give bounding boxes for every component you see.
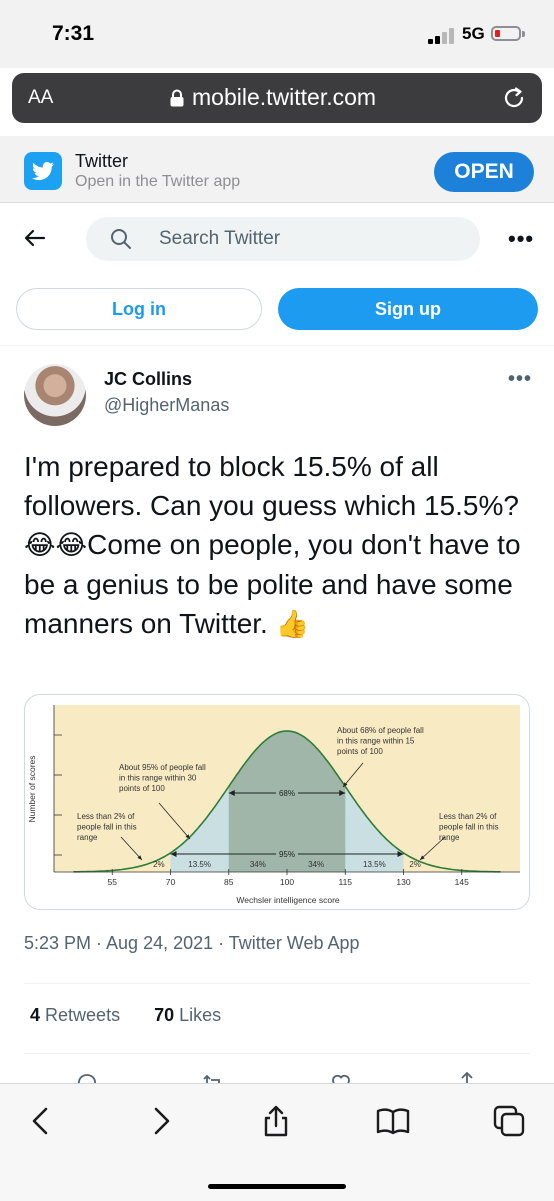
search-placeholder: Search Twitter — [159, 228, 281, 249]
x-tick-label: 85 — [224, 877, 234, 887]
annotation-line: About 95% of people fall — [119, 763, 206, 772]
retweet-icon[interactable] — [200, 1070, 226, 1084]
likes-label: Likes — [179, 1005, 222, 1025]
x-tick-label: 70 — [166, 877, 176, 887]
divider — [24, 983, 530, 984]
network-type: 5G — [462, 24, 485, 43]
browser-toolbar — [0, 1083, 554, 1201]
x-tick-label: 115 — [338, 877, 352, 887]
banner-title: Twitter — [75, 151, 129, 171]
share-icon[interactable] — [454, 1070, 480, 1084]
status-time: 7:31 — [52, 22, 95, 45]
retweets-stat[interactable]: 4 Retweets — [30, 1005, 120, 1025]
tweet-timestamp[interactable]: 5:23 PM · Aug 24, 2021 · Twitter Web App — [24, 933, 360, 954]
signup-button[interactable]: Sign up — [278, 288, 538, 330]
range-label: 95% — [279, 850, 295, 859]
tabs-icon[interactable] — [492, 1104, 526, 1138]
band-label: 13.5% — [188, 860, 211, 869]
y-axis-label: Number of scores — [27, 755, 37, 822]
avatar[interactable] — [24, 364, 86, 426]
more-options-icon[interactable]: ••• — [508, 226, 534, 252]
likes-stat[interactable]: 70 Likes — [154, 1005, 221, 1025]
share-sheet-icon[interactable] — [259, 1104, 293, 1138]
tweet-text-part1: I'm prepared to block 15.5% of all follo… — [24, 451, 519, 521]
annotation-line: Less than 2% of — [77, 812, 135, 821]
annotation-line: Less than 2% of — [439, 812, 497, 821]
reply-icon[interactable] — [74, 1070, 100, 1084]
divider — [24, 1053, 530, 1054]
annotation-line: points of 100 — [337, 747, 383, 756]
signal-icon — [428, 28, 456, 44]
browser-forward-icon[interactable] — [144, 1104, 178, 1138]
annotation-line: in this range within 15 — [337, 737, 415, 746]
bookmarks-icon[interactable] — [376, 1104, 410, 1138]
x-tick-label: 55 — [108, 877, 118, 887]
reload-icon[interactable] — [501, 85, 527, 111]
x-tick-label: 130 — [396, 877, 410, 887]
tweet-actions — [0, 1066, 554, 1084]
iq-distribution-chart: 55 70 85 100 115 130 145 2% 13.5% 34% 34% 13.5% 2% … — [27, 705, 520, 905]
tweet-text-part2: Come on people, you don't have to be a g… — [24, 529, 521, 639]
band-label: 13.5% — [363, 860, 386, 869]
tweet-text: I'm prepared to block 15.5% of all follo… — [24, 447, 534, 644]
annotation-line: About 68% of people fall — [337, 726, 424, 735]
browser-address-bar[interactable]: AA mobile.twitter.com — [12, 73, 542, 123]
x-tick-label: 100 — [280, 877, 294, 887]
back-arrow-icon[interactable] — [22, 225, 48, 251]
annotation-line: in this range within 30 — [119, 774, 197, 783]
search-input[interactable]: Search Twitter — [86, 217, 480, 261]
band-label: 34% — [308, 860, 324, 869]
tweet-stats: 4 Retweets 70 Likes — [30, 1005, 221, 1026]
open-app-button[interactable]: OPEN — [434, 152, 534, 192]
annotation-line: range — [77, 833, 98, 842]
band-label: 34% — [250, 860, 266, 869]
search-icon — [111, 229, 131, 249]
like-icon[interactable] — [328, 1070, 354, 1084]
band-label: 2% — [409, 860, 421, 869]
annotation-line: range — [439, 833, 460, 842]
x-tick-label: 145 — [455, 877, 469, 887]
crying-laughing-emoji: 😂😂 — [24, 530, 88, 561]
lock-icon — [170, 89, 184, 107]
login-button[interactable]: Log in — [16, 288, 262, 330]
browser-back-icon[interactable] — [24, 1104, 58, 1138]
app-banner: Twitter Open in the Twitter app OPEN — [0, 136, 554, 203]
annotation-line: people fall in this — [77, 823, 137, 832]
url-text[interactable]: mobile.twitter.com — [192, 84, 376, 111]
text-size-button[interactable]: AA — [28, 87, 53, 109]
x-axis: 55 70 85 100 115 130 145 — [54, 869, 520, 887]
likes-count: 70 — [154, 1005, 175, 1025]
status-bar: 7:31 5G — [0, 0, 554, 68]
banner-subtitle: Open in the Twitter app — [75, 173, 241, 190]
retweets-label: Retweets — [45, 1005, 121, 1025]
tweet-more-icon[interactable]: ••• — [508, 368, 532, 391]
band-label: 2% — [153, 860, 165, 869]
author-handle[interactable]: @HigherManas — [104, 395, 229, 416]
range-label: 68% — [279, 789, 295, 798]
x-axis-label: Wechsler intelligence score — [236, 895, 340, 905]
tweet-media-image[interactable]: 55 70 85 100 115 130 145 2% 13.5% 34% 34% 13.5% 2% … — [24, 694, 530, 910]
home-indicator — [208, 1184, 346, 1189]
battery-icon — [491, 26, 525, 41]
annotation-line: points of 100 — [119, 784, 165, 793]
annotation-line: people fall in this — [439, 823, 499, 832]
retweets-count: 4 — [30, 1005, 41, 1025]
twitter-logo-icon — [24, 152, 62, 190]
thumbs-up-emoji: 👍 — [275, 609, 310, 640]
author-name[interactable]: JC Collins — [104, 369, 192, 390]
divider — [0, 345, 554, 346]
